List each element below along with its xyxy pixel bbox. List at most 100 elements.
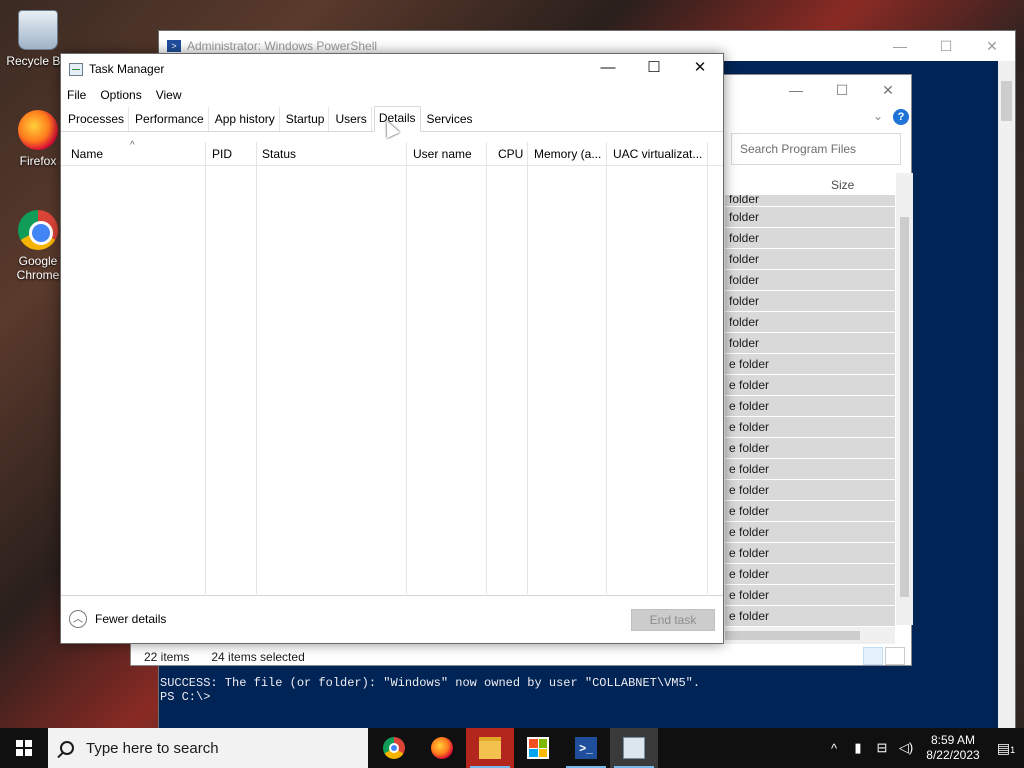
- column-header-pid[interactable]: PID: [206, 142, 256, 166]
- column-header-uac-virtualization[interactable]: UAC virtualizat...: [607, 142, 705, 166]
- taskbar-search[interactable]: Type here to search: [48, 728, 368, 768]
- list-item[interactable]: e folder: [725, 501, 895, 522]
- list-item[interactable]: folder: [725, 228, 895, 249]
- menu-view[interactable]: View: [156, 88, 182, 102]
- sort-ascending-icon: ^: [130, 140, 135, 151]
- list-item[interactable]: e folder: [725, 522, 895, 543]
- end-task-button[interactable]: End task: [631, 609, 715, 631]
- clock[interactable]: 8:59 AM 8/22/2023: [918, 733, 988, 763]
- column-header-size[interactable]: Size: [725, 173, 895, 197]
- vertical-scrollbar[interactable]: [896, 173, 913, 625]
- list-item[interactable]: folder: [725, 312, 895, 333]
- list-item[interactable]: e folder: [725, 417, 895, 438]
- details-view-icon[interactable]: [863, 647, 883, 665]
- list-item[interactable]: e folder: [725, 543, 895, 564]
- help-icon[interactable]: ?: [893, 109, 909, 125]
- column-header-name[interactable]: Name: [65, 142, 205, 166]
- volume-icon[interactable]: ◁): [894, 740, 918, 756]
- list-item[interactable]: folder: [725, 333, 895, 354]
- large-icons-view-icon[interactable]: [885, 647, 905, 665]
- horizontal-scrollbar[interactable]: [725, 627, 895, 644]
- tab-app-history[interactable]: App history: [211, 107, 280, 131]
- list-item[interactable]: e folder: [725, 564, 895, 585]
- menu-bar: File Options View: [61, 84, 723, 106]
- fewer-details-label: Fewer details: [95, 612, 167, 626]
- powershell-scrollbar[interactable]: [998, 61, 1015, 729]
- recycle-bin-icon: [18, 10, 58, 50]
- list-item[interactable]: e folder: [725, 354, 895, 375]
- menu-file[interactable]: File: [67, 88, 86, 102]
- list-item[interactable]: e folder: [725, 396, 895, 417]
- list-item[interactable]: e folder: [725, 459, 895, 480]
- taskbar-task-manager[interactable]: [610, 728, 658, 768]
- taskbar-chrome[interactable]: [370, 728, 418, 768]
- column-separator[interactable]: [256, 142, 257, 594]
- powershell-output[interactable]: SUCCESS: The file (or folder): "Windows"…: [159, 676, 700, 704]
- column-header-user-name[interactable]: User name: [407, 142, 487, 166]
- maximize-button[interactable]: ☐: [819, 82, 865, 99]
- list-item[interactable]: folder: [725, 249, 895, 270]
- list-item[interactable]: e folder: [725, 585, 895, 606]
- store-icon: [527, 737, 549, 759]
- list-item[interactable]: e folder: [725, 606, 895, 627]
- column-header-status[interactable]: Status: [256, 142, 406, 166]
- file-list: folder folder folder folder folder folde…: [725, 195, 895, 627]
- column-header-cpu[interactable]: CPU: [492, 142, 532, 166]
- fewer-details-button[interactable]: ︿ Fewer details: [69, 610, 166, 628]
- column-separator[interactable]: [205, 142, 206, 594]
- minimize-button[interactable]: —: [773, 82, 819, 98]
- menu-options[interactable]: Options: [100, 88, 141, 102]
- taskbar-powershell[interactable]: >_: [562, 728, 610, 768]
- column-header-memory[interactable]: Memory (a...: [528, 142, 606, 166]
- close-button[interactable]: ✕: [865, 82, 911, 99]
- minimize-button[interactable]: —: [585, 54, 631, 84]
- taskbar-firefox[interactable]: [418, 728, 466, 768]
- list-item[interactable]: e folder: [725, 438, 895, 459]
- list-item[interactable]: folder: [725, 195, 895, 207]
- list-item[interactable]: e folder: [725, 480, 895, 501]
- minimize-button[interactable]: —: [877, 38, 923, 55]
- tab-startup[interactable]: Startup: [282, 107, 330, 131]
- chevron-up-icon[interactable]: ^: [822, 741, 846, 756]
- tab-performance[interactable]: Performance: [131, 107, 209, 131]
- close-button[interactable]: ✕: [677, 54, 723, 84]
- battery-icon[interactable]: ▮: [846, 740, 870, 756]
- column-separator[interactable]: [606, 142, 607, 594]
- firefox-icon: [18, 110, 58, 150]
- maximize-button[interactable]: ☐: [631, 54, 677, 84]
- tab-services[interactable]: Services: [423, 107, 477, 131]
- search-input[interactable]: Search Program Files: [731, 133, 901, 165]
- list-item[interactable]: folder: [725, 291, 895, 312]
- taskbar-search-placeholder: Type here to search: [86, 739, 219, 757]
- tab-processes[interactable]: Processes: [64, 107, 130, 131]
- list-item[interactable]: folder: [725, 207, 895, 228]
- task-manager-window[interactable]: Task Manager — ☐ ✕ File Options View Pro…: [60, 53, 724, 644]
- details-table-header: Name PID Status User name CPU Memory (a.…: [61, 142, 723, 166]
- notification-count: 1: [1010, 744, 1016, 755]
- start-button[interactable]: [0, 728, 48, 768]
- windows-logo-icon: [16, 740, 32, 756]
- task-manager-icon: [69, 62, 83, 76]
- output-line: SUCCESS: The file (or folder): "Windows"…: [160, 676, 701, 690]
- action-center-button[interactable]: ▤1: [988, 740, 1024, 757]
- chevron-up-icon: ︿: [69, 610, 87, 628]
- column-separator[interactable]: [527, 142, 528, 594]
- close-button[interactable]: ✕: [969, 38, 1015, 55]
- column-separator[interactable]: [486, 142, 487, 594]
- system-tray: ^ ▮ ⊟ ◁) 8:59 AM 8/22/2023 ▤1: [822, 728, 1024, 768]
- clock-date: 8/22/2023: [926, 748, 980, 762]
- network-icon[interactable]: ⊟: [870, 740, 894, 756]
- task-manager-titlebar[interactable]: Task Manager — ☐ ✕: [61, 54, 723, 84]
- powershell-icon: >: [167, 40, 181, 52]
- prompt-line: PS C:\>: [160, 690, 211, 704]
- column-separator[interactable]: [406, 142, 407, 594]
- list-item[interactable]: folder: [725, 270, 895, 291]
- list-item[interactable]: e folder: [725, 375, 895, 396]
- chevron-down-icon[interactable]: ⌄: [873, 109, 883, 123]
- notification-icon: ▤: [996, 739, 1011, 756]
- taskbar-store[interactable]: [514, 728, 562, 768]
- column-separator[interactable]: [707, 142, 708, 594]
- tab-users[interactable]: Users: [331, 107, 372, 131]
- maximize-button[interactable]: ☐: [923, 38, 969, 55]
- taskbar-file-explorer[interactable]: [466, 728, 514, 768]
